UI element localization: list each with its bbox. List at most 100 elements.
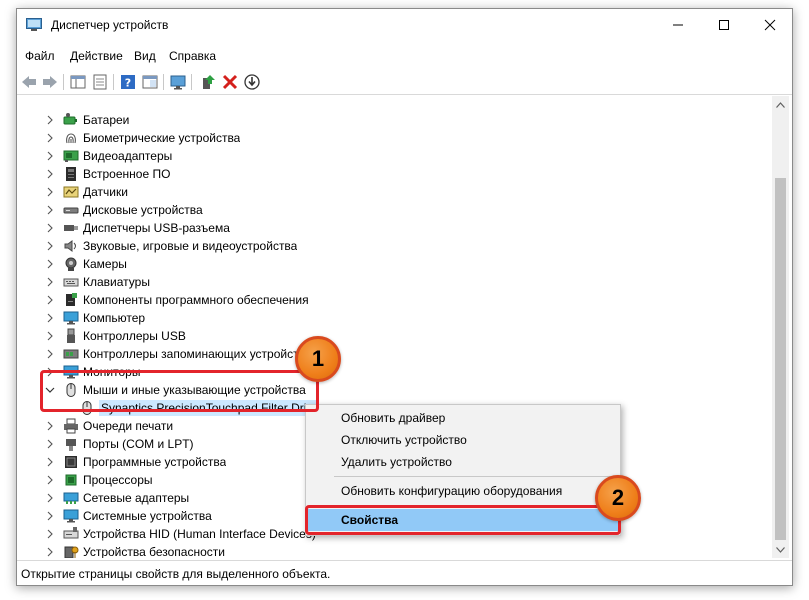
tree-item-label: Биометрические устройства (83, 131, 241, 145)
menu-action[interactable]: Действие (70, 49, 123, 63)
callout-badge-1: 1 (295, 336, 341, 382)
chevron-right-icon[interactable] (45, 276, 55, 288)
chevron-right-icon[interactable] (45, 150, 55, 162)
window-title: Диспетчер устройств (51, 18, 169, 32)
camera-icon (65, 257, 77, 271)
minimize-icon (673, 24, 683, 26)
tree-item-label: Видеоадаптеры (83, 149, 173, 163)
chevron-right-icon[interactable] (45, 186, 55, 198)
speaker-icon (64, 240, 76, 252)
usb-connector-icon (64, 225, 78, 231)
close-button[interactable] (747, 9, 792, 41)
help-icon[interactable]: ? (119, 73, 137, 91)
tree-category-item[interactable]: Контроллеры USB (17, 327, 757, 345)
chevron-right-icon[interactable] (45, 492, 55, 504)
menu-file[interactable]: Файл (25, 49, 55, 63)
close-icon (764, 19, 776, 31)
hid-icon (63, 527, 79, 539)
menu-item-disable-device[interactable]: Отключить устройство (308, 429, 618, 451)
chevron-right-icon[interactable] (45, 312, 55, 324)
network-adapter-icon (63, 492, 79, 504)
tree-category-item[interactable]: Устройства безопасности (17, 543, 757, 558)
tree-item-label: Встроенное ПО (83, 167, 171, 181)
maximize-icon (719, 20, 729, 30)
uninstall-x-icon[interactable] (221, 73, 239, 91)
update-driver-icon[interactable] (199, 73, 217, 91)
chevron-right-icon[interactable] (45, 474, 55, 486)
tree-item-label: Дисковые устройства (83, 203, 203, 217)
toolbar-separator (63, 74, 64, 90)
properties-sheet-icon[interactable] (91, 73, 109, 91)
chevron-right-icon[interactable] (45, 114, 55, 126)
chevron-right-icon[interactable] (45, 204, 55, 216)
tree-item-label: Порты (COM и LPT) (83, 437, 194, 451)
tree-category-item[interactable]: Биометрические устройства (17, 129, 757, 147)
disk-drive-icon (63, 207, 79, 214)
tree-item-label: Системные устройства (83, 509, 212, 523)
tree-category-item[interactable]: Батареи (17, 111, 757, 129)
chevron-right-icon[interactable] (45, 132, 55, 144)
forward-arrow-icon[interactable] (41, 73, 59, 91)
tree-category-item[interactable]: Камеры (17, 255, 757, 273)
toolbar-separator (191, 74, 192, 90)
security-device-icon (64, 546, 79, 558)
menu-help[interactable]: Справка (169, 49, 216, 63)
tree-category-item[interactable]: Компоненты программного обеспечения (17, 291, 757, 309)
tree-category-item[interactable]: Датчики (17, 183, 757, 201)
chevron-right-icon[interactable] (45, 240, 55, 252)
processor-icon (65, 474, 77, 486)
chevron-up-icon (776, 101, 785, 108)
scroll-down-button[interactable] (772, 541, 789, 558)
tree-item-label: Диспетчеры USB-разъема (83, 221, 230, 235)
tree-item-label: Контроллеры USB (83, 329, 186, 343)
scan-hardware-icon[interactable] (169, 73, 187, 91)
console-tree-icon[interactable] (69, 73, 87, 91)
tree-category-item[interactable]: Клавиатуры (17, 273, 757, 291)
chevron-right-icon[interactable] (45, 294, 55, 306)
tree-category-item[interactable]: Контроллеры запоминающих устройств (17, 345, 757, 363)
minimize-button[interactable] (655, 9, 701, 41)
chevron-right-icon[interactable] (45, 546, 55, 558)
toolbar: ? (17, 69, 792, 95)
chevron-right-icon[interactable] (45, 348, 55, 360)
scrollbar-thumb[interactable] (775, 178, 786, 540)
menu-item-uninstall-device[interactable]: Удалить устройство (308, 451, 618, 473)
download-icon[interactable] (243, 73, 261, 91)
tree-item-label: Компоненты программного обеспечения (83, 293, 309, 307)
chevron-right-icon[interactable] (45, 258, 55, 270)
chevron-right-icon[interactable] (45, 438, 55, 450)
tree-category-item[interactable]: Компьютер (17, 309, 757, 327)
toolbar-separator (163, 74, 164, 90)
scroll-up-button[interactable] (772, 96, 789, 113)
chevron-right-icon[interactable] (45, 330, 55, 342)
menu-item-label: Удалить устройство (341, 455, 452, 469)
chevron-right-icon[interactable] (45, 510, 55, 522)
system-device-icon (63, 509, 79, 523)
tree-item-label: Очереди печати (83, 419, 174, 433)
port-icon (66, 439, 76, 451)
device-manager-icon (26, 18, 42, 31)
sensor-icon (63, 186, 79, 198)
menu-item-update-driver[interactable]: Обновить драйвер (308, 407, 618, 429)
computer-icon (63, 311, 79, 325)
vertical-scrollbar[interactable] (772, 96, 789, 558)
back-arrow-icon[interactable] (20, 73, 38, 91)
chevron-right-icon[interactable] (45, 528, 55, 540)
menu-item-scan-hardware[interactable]: Обновить конфигурацию оборудования (308, 480, 618, 502)
chevron-right-icon[interactable] (45, 456, 55, 468)
chevron-right-icon[interactable] (45, 420, 55, 432)
menu-view[interactable]: Вид (134, 49, 156, 63)
tree-category-item[interactable]: Диспетчеры USB-разъема (17, 219, 757, 237)
tree-category-item[interactable]: Звуковые, игровые и видеоустройства (17, 237, 757, 255)
chevron-right-icon[interactable] (45, 222, 55, 234)
view-pane-icon[interactable] (141, 73, 159, 91)
menu-item-label: Обновить конфигурацию оборудования (341, 484, 563, 498)
tree-item-label: Звуковые, игровые и видеоустройства (83, 239, 298, 253)
tree-category-item[interactable]: Встроенное ПО (17, 165, 757, 183)
tree-category-item[interactable]: Видеоадаптеры (17, 147, 757, 165)
tree-item-label: Процессоры (83, 473, 153, 487)
status-text: Открытие страницы свойств для выделенног… (21, 567, 331, 581)
chevron-right-icon[interactable] (45, 168, 55, 180)
maximize-button[interactable] (701, 9, 747, 41)
tree-category-item[interactable]: Дисковые устройства (17, 201, 757, 219)
